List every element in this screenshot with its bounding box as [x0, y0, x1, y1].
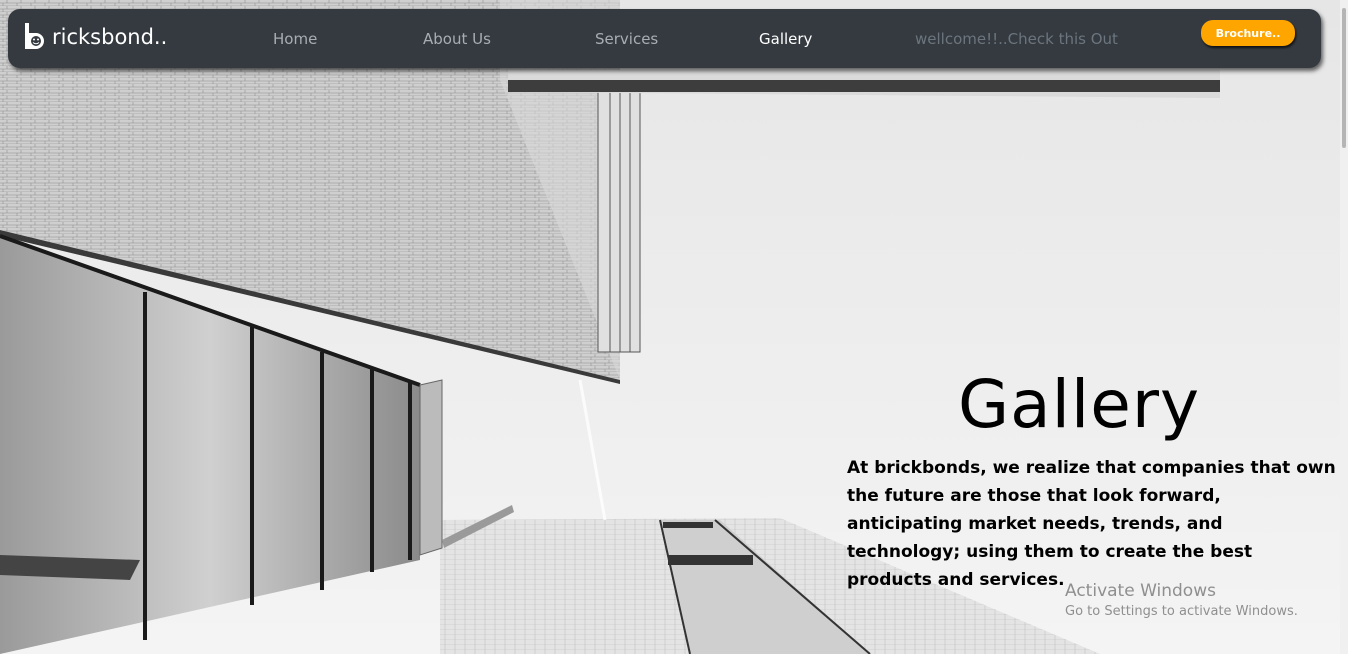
brick-b-icon — [25, 23, 44, 49]
watermark-subtitle: Go to Settings to activate Windows. — [1065, 604, 1298, 619]
nav-about-link[interactable]: About Us — [423, 30, 491, 48]
watermark-title: Activate Windows — [1065, 581, 1216, 601]
nav-welcome-link[interactable]: wellcome!!..Check this Out — [915, 30, 1118, 48]
navbar: ricksbond.. Home About Us Services Galle… — [8, 9, 1321, 68]
page-title: Gallery — [958, 366, 1201, 443]
brochure-button[interactable]: Brochure.. — [1201, 20, 1295, 46]
brand-name: ricksbond.. — [52, 25, 168, 49]
scrollbar-thumb[interactable] — [1342, 8, 1346, 148]
nav-gallery-link[interactable]: Gallery — [759, 30, 812, 48]
vertical-scrollbar[interactable] — [1340, 0, 1348, 654]
hero-description: At brickbonds, we realize that companies… — [847, 458, 1336, 590]
brand-logo-link[interactable]: ricksbond.. — [22, 21, 167, 53]
page: ricksbond.. Home About Us Services Galle… — [0, 0, 1348, 654]
nav-home-link[interactable]: Home — [273, 30, 317, 48]
activate-windows-watermark: Activate Windows Go to Settings to activ… — [1065, 581, 1298, 619]
nav-services-link[interactable]: Services — [595, 30, 658, 48]
